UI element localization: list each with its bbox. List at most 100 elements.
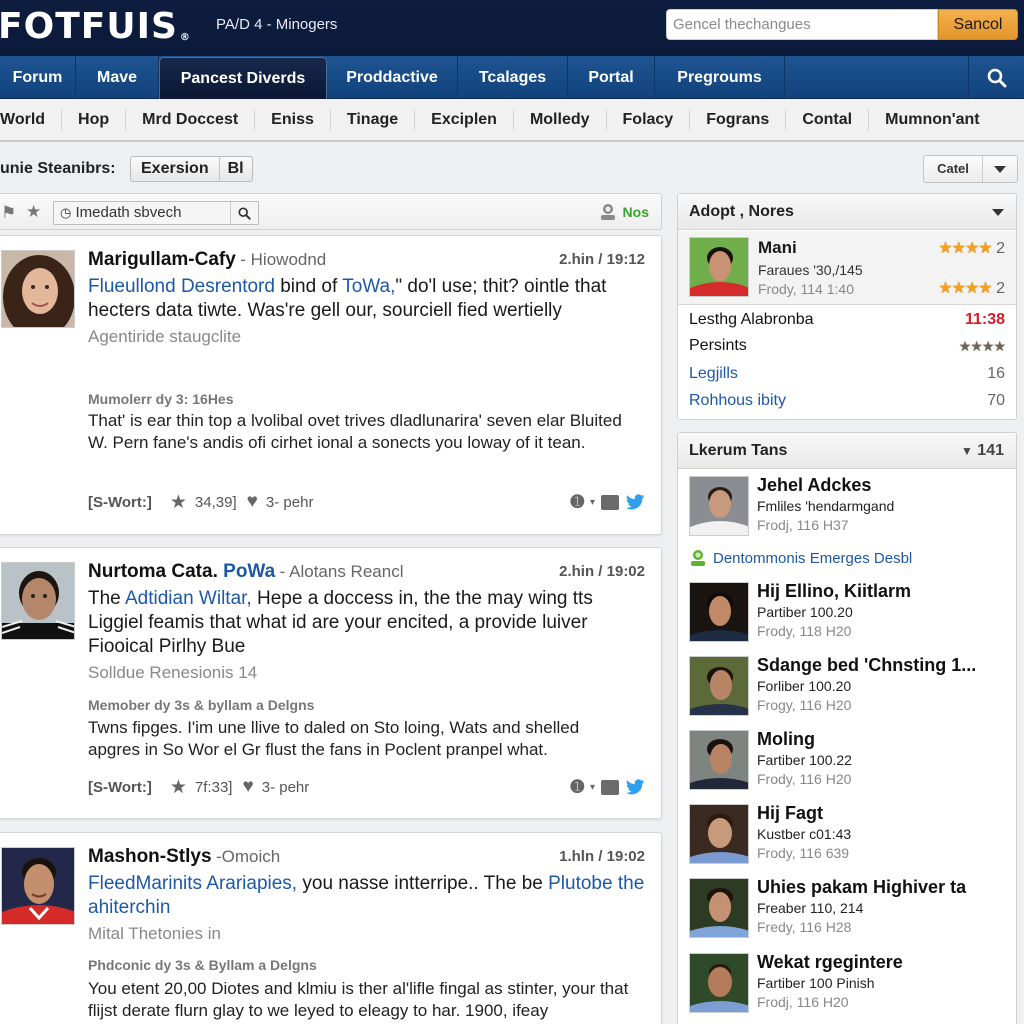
member-name[interactable]: Sdange bed 'Chnsting 1...: [757, 655, 976, 676]
member-name[interactable]: Mani: [758, 238, 797, 258]
post-author[interactable]: Nurtoma Cata. PoWa: [88, 561, 275, 582]
member-avatar[interactable]: [689, 878, 749, 938]
member-item[interactable]: Moling Fartiber 100.22 Frody, 116 H20: [689, 729, 1008, 794]
member-avatar[interactable]: [689, 953, 749, 1013]
header-search-input[interactable]: [666, 9, 938, 40]
heart-icon[interactable]: ♥: [247, 491, 258, 513]
feed-search-button[interactable]: [230, 202, 258, 224]
pinterest-icon[interactable]: ➊: [571, 492, 584, 512]
filter-row: unie Steanibrs: Exersion Bl Catel: [0, 146, 1024, 190]
member-avatar[interactable]: [689, 656, 749, 716]
member-item[interactable]: Uhies pakam Highiver ta Freaber 110, 214…: [689, 877, 1008, 942]
post-location: - Alotans Reancl: [279, 562, 404, 581]
caret-down-icon[interactable]: ▼: [961, 444, 973, 458]
stat-row[interactable]: Rohhous ibity 70: [689, 389, 1005, 413]
tab-forum[interactable]: Forum: [0, 56, 76, 99]
post-author[interactable]: Mashon-Stlys: [88, 846, 212, 867]
post-author[interactable]: Marigullam-Cafy: [88, 249, 236, 270]
feed-search-input[interactable]: ◷ Imedath sbvech: [54, 202, 230, 224]
member-item[interactable]: Hij Fagt Kustber c01:43 Frody, 116 639: [689, 803, 1008, 868]
email-icon[interactable]: [601, 494, 619, 510]
member-avatar[interactable]: [689, 804, 749, 864]
post-link[interactable]: FleedMarinits Arariapies,: [88, 873, 297, 894]
member-name[interactable]: Uhies pakam Highiver ta: [757, 877, 966, 898]
member-name[interactable]: Wekat rgegintere: [757, 952, 903, 973]
member-avatar[interactable]: [689, 730, 749, 790]
home-icon[interactable]: ⚑: [1, 203, 16, 223]
member-avatar[interactable]: [689, 237, 749, 297]
subnav-item[interactable]: Fograns: [690, 109, 787, 131]
subnav-item[interactable]: Molledy: [514, 109, 607, 131]
adopt-panel-header[interactable]: Adopt , Nores: [678, 194, 1016, 230]
member-name[interactable]: Hij Ellino, Kiitlarm: [757, 581, 911, 602]
email-icon[interactable]: [601, 779, 619, 795]
author-avatar[interactable]: [1, 250, 75, 328]
subnav-item[interactable]: Hop: [62, 109, 127, 131]
subnav-item[interactable]: Mrd Doccest: [126, 109, 256, 131]
member-name[interactable]: Moling: [757, 729, 815, 750]
caret-down-icon[interactable]: ▾: [590, 782, 595, 793]
member-detail: Kustber c01:43: [757, 826, 852, 842]
tab-portal[interactable]: Portal: [568, 56, 655, 99]
chevron-down-icon[interactable]: [992, 209, 1004, 216]
member-detail: Frodj, 116 H37: [757, 517, 849, 533]
member-avatar[interactable]: [689, 582, 749, 642]
share-buttons: ➊ ▾: [571, 492, 645, 512]
subnav-item[interactable]: Eniss: [255, 109, 331, 131]
tab-pancest-diverds[interactable]: Pancest Diverds: [159, 57, 327, 99]
nav-search-button[interactable]: [968, 56, 1024, 99]
subnav-item[interactable]: Tinage: [331, 109, 416, 131]
fans-panel-header[interactable]: Lkerum Tans ▼ 141: [678, 433, 1016, 469]
member-name[interactable]: Jehel Adckes: [757, 475, 871, 496]
author-avatar[interactable]: [1, 562, 75, 640]
star-icon[interactable]: ★: [170, 491, 187, 514]
post-link[interactable]: Adtidian Wiltar,: [125, 588, 252, 609]
stat-row[interactable]: Legjills 16: [689, 362, 1005, 386]
segment-bl[interactable]: Bl: [218, 157, 252, 181]
bookmark-star-icon[interactable]: ★: [26, 202, 41, 222]
stat-link[interactable]: Rohhous ibity: [689, 392, 786, 409]
tab-proddactive[interactable]: Proddactive: [327, 56, 458, 99]
twitter-icon[interactable]: [625, 778, 645, 796]
member-item[interactable]: Wekat rgegintere Fartiber 100 Pinish Fro…: [689, 952, 1008, 1017]
member-avatar[interactable]: [689, 476, 749, 536]
subnav-item[interactable]: Exciplen: [415, 109, 514, 131]
header-search-button[interactable]: Sancol: [938, 9, 1018, 40]
member-detail: Fartiber 100.22: [757, 752, 852, 768]
post-actions: [S-Wort:] ★ 7f:33] ♥ 3‐ pehr ➊ ▾: [88, 775, 645, 799]
subnav-item[interactable]: Folacy: [607, 109, 691, 131]
post-header: Marigullam-Cafy - Hiowodnd 2.hin / 19:12: [88, 249, 645, 271]
search-icon: [987, 68, 1006, 87]
rating: ★★★★ 2: [938, 238, 1005, 258]
member-item[interactable]: Jehel Adckes Fmliles 'hendarmgand Frodj,…: [689, 475, 1008, 540]
site-logo[interactable]: FOTFUIS ®: [0, 6, 191, 47]
member-name[interactable]: Hij Fagt: [757, 803, 823, 824]
subnav-item[interactable]: World: [0, 109, 63, 131]
panel-title: Lkerum Tans: [689, 442, 788, 459]
member-detail: Frogy, 116 H20: [757, 697, 852, 713]
tab-pregroums[interactable]: Pregroums: [655, 56, 785, 99]
heart-icon[interactable]: ♥: [242, 776, 253, 798]
member-item[interactable]: Hij Ellino, Kiitlarm Partiber 100.20 Fro…: [689, 581, 1008, 646]
filter-label: unie Steanibrs:: [0, 160, 116, 177]
member-item[interactable]: Sdange bed 'Chnsting 1... Forliber 100.2…: [689, 655, 1008, 720]
online-status[interactable]: Nos: [599, 203, 649, 221]
tab-tcalages[interactable]: Tcalages: [458, 56, 568, 99]
tab-mave[interactable]: Mave: [76, 56, 159, 99]
catel-dropdown[interactable]: Catel: [923, 155, 1018, 183]
segment-exersion[interactable]: Exersion: [131, 157, 219, 181]
author-avatar[interactable]: [1, 847, 75, 925]
post-link[interactable]: ToWa,: [342, 276, 395, 297]
stat-link[interactable]: Legjills: [689, 365, 738, 382]
pinterest-icon[interactable]: ➊: [571, 777, 584, 797]
group-link[interactable]: Dentommonis Emerges Desbl: [689, 549, 912, 567]
post-tag[interactable]: [S-Wort:]: [88, 779, 152, 796]
post-link[interactable]: Flueullond Desrentord: [88, 276, 275, 297]
member-detail: Partiber 100.20: [757, 604, 853, 620]
post-tag[interactable]: [S-Wort:]: [88, 494, 152, 511]
star-icon[interactable]: ★: [170, 776, 187, 799]
subnav-item[interactable]: Mumnon'ant: [869, 109, 995, 131]
subnav-item[interactable]: Contal: [786, 109, 870, 131]
twitter-icon[interactable]: [625, 493, 645, 511]
caret-down-icon[interactable]: ▾: [590, 497, 595, 508]
